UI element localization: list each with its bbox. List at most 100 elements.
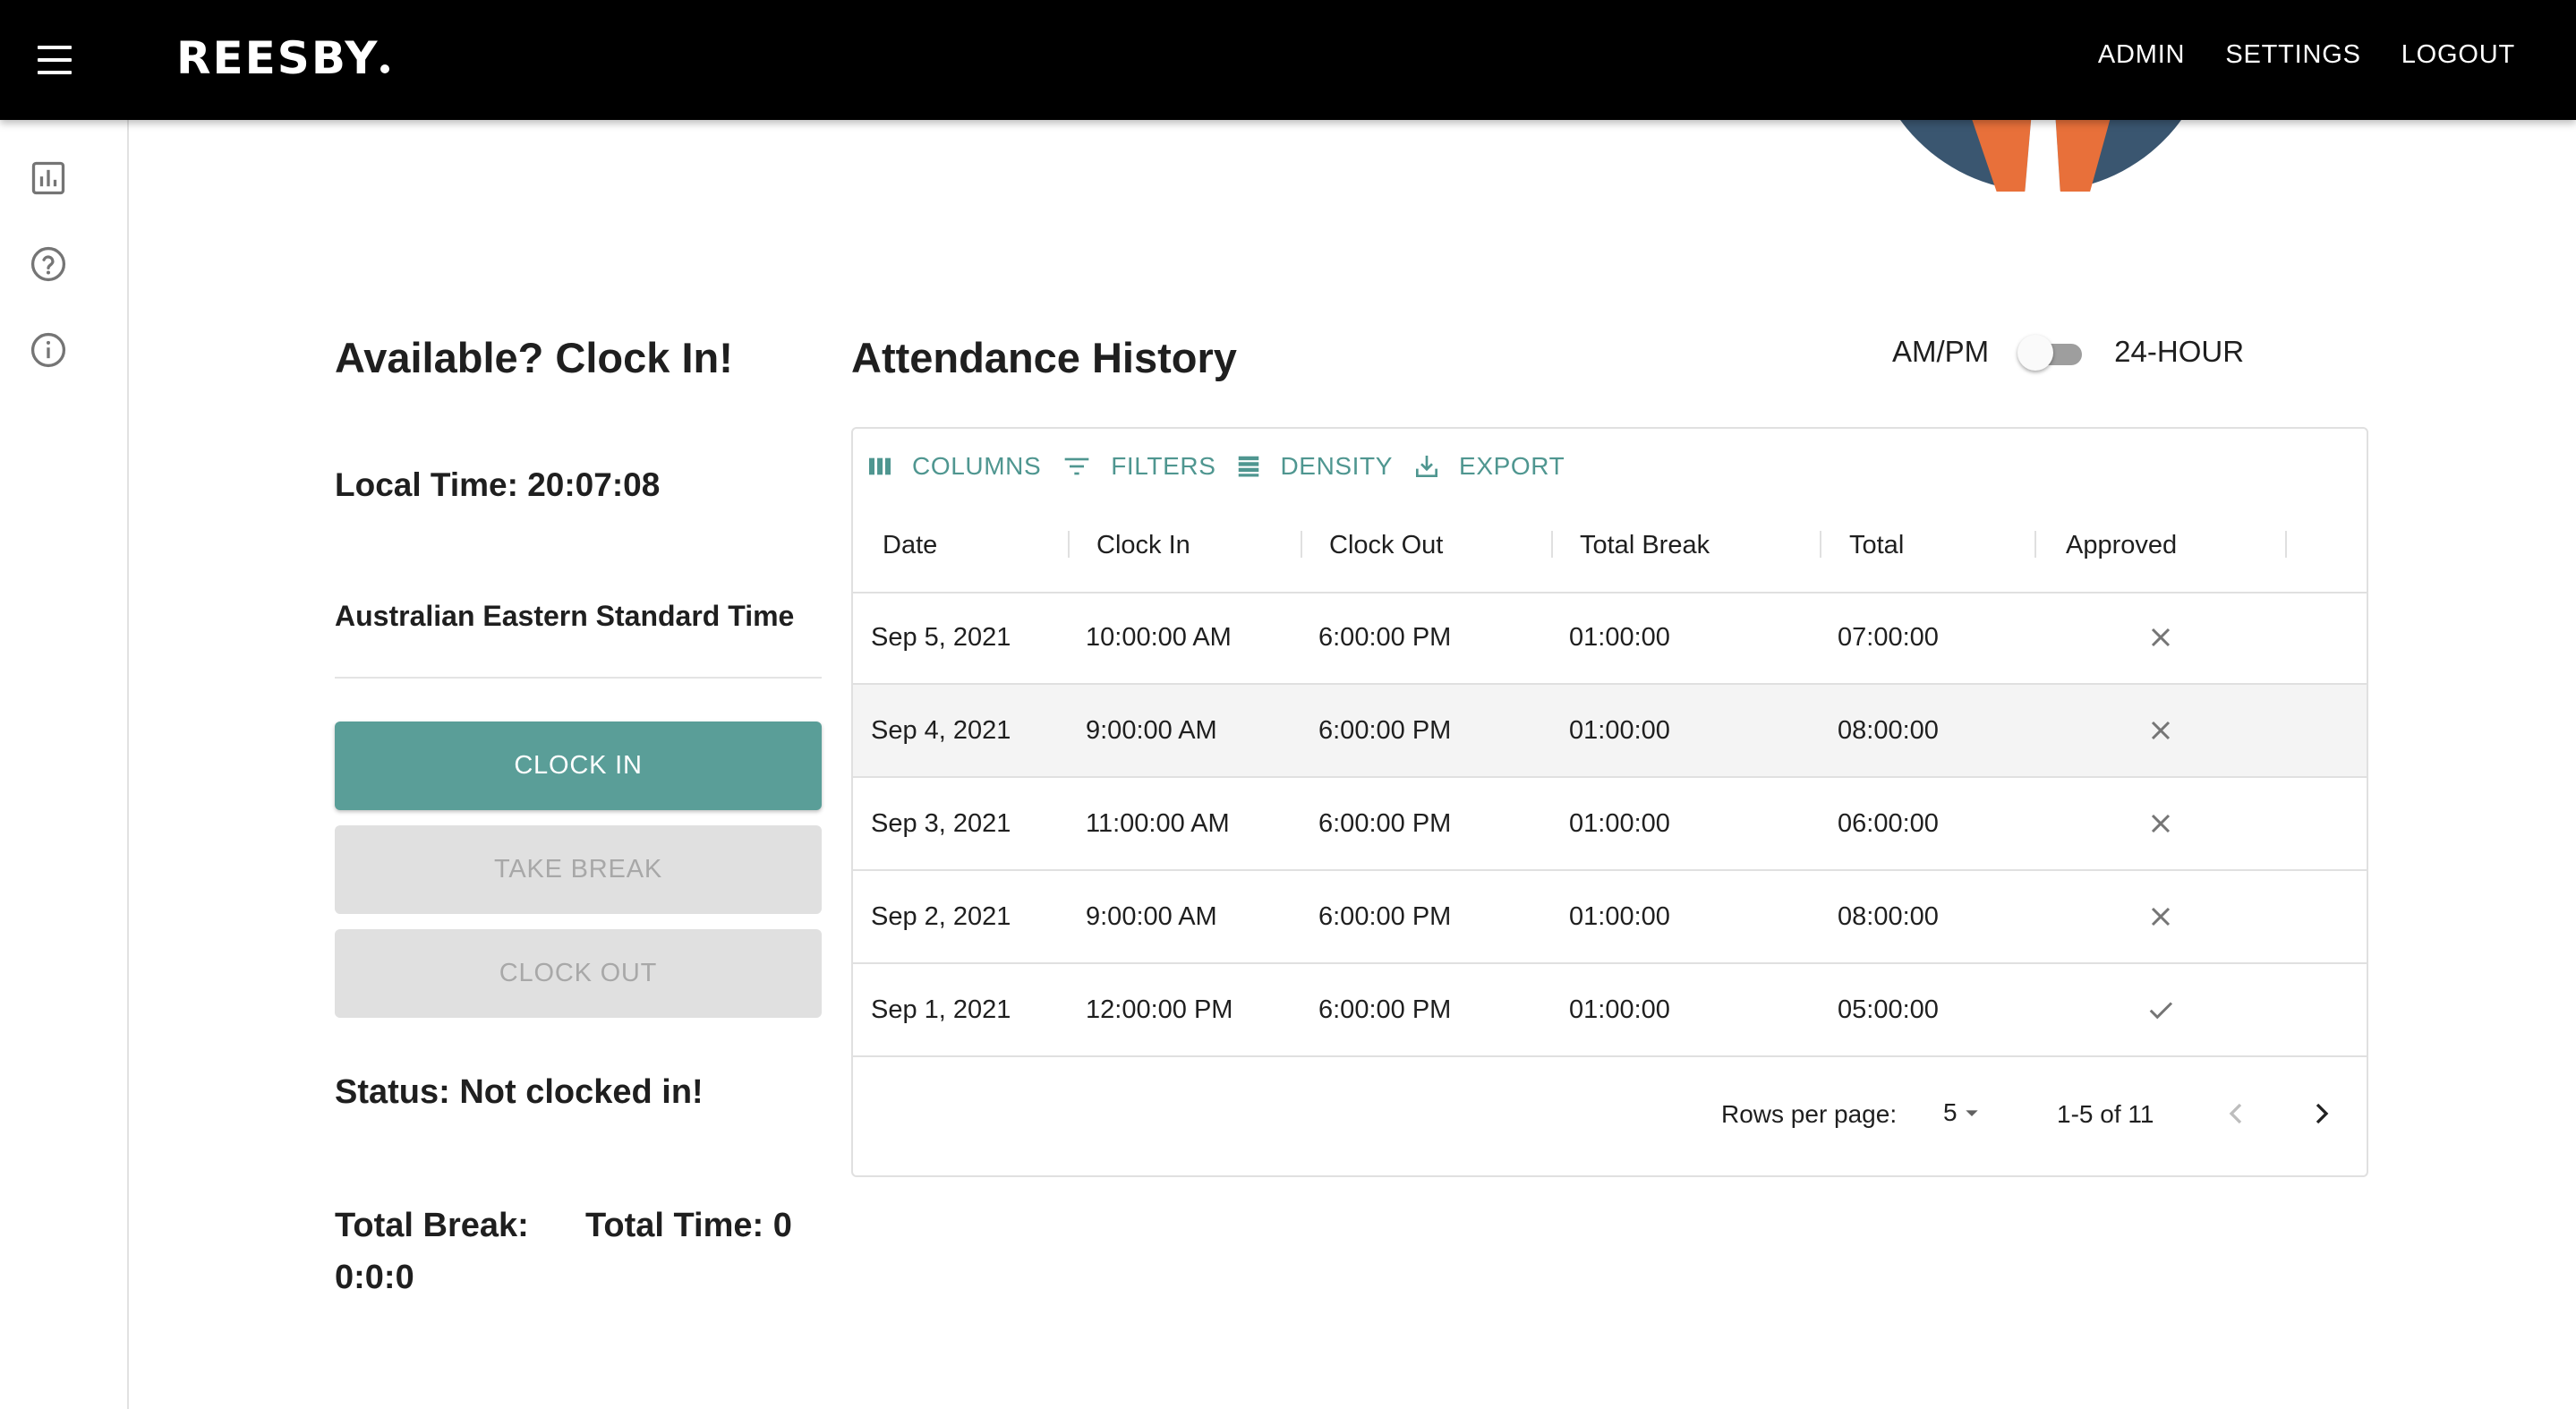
toggle-label-24hour: 24-HOUR bbox=[2114, 335, 2245, 368]
cell-total: 08:00:00 bbox=[1838, 716, 1939, 745]
logo-dot bbox=[380, 64, 390, 73]
cell-clock-out: 6:00:00 PM bbox=[1318, 716, 1452, 745]
cell-clock-out: 6:00:00 PM bbox=[1318, 809, 1452, 838]
toggle-label-ampm: AM/PM bbox=[1892, 335, 1990, 368]
density-button[interactable]: DENSITY bbox=[1235, 452, 1393, 481]
next-page-button[interactable] bbox=[2298, 1089, 2346, 1138]
table-row[interactable]: Sep 3, 2021 11:00:00 AM 6:00:00 PM 01:00… bbox=[853, 778, 2367, 871]
table-toolbar: COLUMNS FILTERS DENSITY EXPORT bbox=[866, 448, 1584, 484]
not-approved-icon bbox=[2145, 807, 2177, 840]
take-break-button[interactable]: TAKE BREAK bbox=[335, 825, 822, 914]
pagination-range: 1-5 of 11 bbox=[2057, 1100, 2154, 1128]
cell-clock-out: 6:00:00 PM bbox=[1318, 902, 1452, 931]
clock-status: Status: Not clocked in! bbox=[335, 1073, 704, 1111]
app-logo[interactable]: REESBY bbox=[176, 27, 390, 90]
cell-clock-out: 6:00:00 PM bbox=[1318, 995, 1452, 1024]
density-label: DENSITY bbox=[1280, 452, 1394, 480]
table-row[interactable]: Sep 5, 2021 10:00:00 AM 6:00:00 PM 01:00… bbox=[853, 592, 2367, 685]
info-icon[interactable] bbox=[29, 330, 68, 370]
rows-per-page-label: Rows per page: bbox=[1721, 1100, 1898, 1128]
cell-date: Sep 3, 2021 bbox=[871, 809, 1011, 838]
filters-label: FILTERS bbox=[1111, 452, 1216, 480]
cell-total-break: 01:00:00 bbox=[1569, 716, 1670, 745]
attendance-title: Attendance History bbox=[851, 334, 1237, 381]
hamburger-menu-icon[interactable] bbox=[36, 42, 73, 78]
cell-date: Sep 1, 2021 bbox=[871, 995, 1011, 1024]
clock-in-title: Available? Clock In! bbox=[335, 334, 733, 381]
timezone-label: Australian Eastern Standard Time bbox=[335, 600, 795, 632]
avatar bbox=[1871, 120, 2211, 192]
rows-per-page-value: 5 bbox=[1943, 1098, 1958, 1126]
column-separator[interactable] bbox=[1551, 531, 1553, 558]
total-break: Total Break: 0:0:0 bbox=[335, 1207, 529, 1296]
cell-clock-in: 11:00:00 AM bbox=[1086, 809, 1230, 838]
column-header-clock-in[interactable]: Clock In bbox=[1096, 500, 1190, 592]
help-icon[interactable] bbox=[29, 244, 68, 284]
total-time: Total Time: 0 bbox=[585, 1207, 792, 1244]
local-time: Local Time: 20:07:08 bbox=[335, 466, 661, 503]
not-approved-icon bbox=[2145, 901, 2177, 933]
nav-logout-link[interactable]: LOGOUT bbox=[2401, 36, 2515, 73]
column-header-date[interactable]: Date bbox=[883, 500, 937, 592]
column-header-clock-out[interactable]: Clock Out bbox=[1329, 500, 1443, 592]
sidebar bbox=[0, 120, 129, 1409]
columns-icon bbox=[869, 457, 891, 475]
column-separator[interactable] bbox=[1068, 531, 1070, 558]
clock-out-button[interactable]: CLOCK OUT bbox=[335, 929, 822, 1018]
filter-icon bbox=[1064, 457, 1089, 475]
table-row[interactable]: Sep 4, 2021 9:00:00 AM 6:00:00 PM 01:00:… bbox=[853, 685, 2367, 778]
column-separator[interactable] bbox=[2034, 531, 2036, 558]
download-icon bbox=[1416, 456, 1438, 477]
column-separator[interactable] bbox=[1301, 531, 1302, 558]
column-header-total-break[interactable]: Total Break bbox=[1580, 500, 1710, 592]
divider bbox=[335, 677, 822, 679]
approved-check-icon bbox=[2145, 994, 2177, 1026]
cell-total: 06:00:00 bbox=[1838, 809, 1939, 838]
columns-label: COLUMNS bbox=[912, 452, 1042, 480]
header-nav: ADMIN SETTINGS LOGOUT bbox=[2098, 36, 2515, 73]
logo-text: REESBY bbox=[176, 32, 380, 84]
cell-total: 07:00:00 bbox=[1838, 623, 1939, 652]
cell-total-break: 01:00:00 bbox=[1569, 995, 1670, 1024]
previous-page-button[interactable] bbox=[2212, 1089, 2260, 1138]
cell-total-break: 01:00:00 bbox=[1569, 623, 1670, 652]
columns-button[interactable]: COLUMNS bbox=[866, 452, 1041, 481]
attendance-table: COLUMNS FILTERS DENSITY EXPORT Date Cloc… bbox=[851, 427, 2368, 1177]
nav-admin-link[interactable]: ADMIN bbox=[2098, 36, 2185, 73]
dropdown-arrow-icon bbox=[1965, 1110, 1978, 1116]
cell-total-break: 01:00:00 bbox=[1569, 809, 1670, 838]
nav-settings-link[interactable]: SETTINGS bbox=[2225, 36, 2360, 73]
time-format-switch[interactable] bbox=[2017, 329, 2087, 374]
table-row[interactable]: Sep 1, 2021 12:00:00 PM 6:00:00 PM 01:00… bbox=[853, 964, 2367, 1057]
not-approved-icon bbox=[2145, 714, 2177, 747]
table-header: Date Clock In Clock Out Total Break Tota… bbox=[853, 500, 2367, 593]
switch-thumb[interactable] bbox=[2017, 335, 2054, 371]
column-header-total[interactable]: Total bbox=[1849, 500, 1904, 592]
cell-total-break: 01:00:00 bbox=[1569, 902, 1670, 931]
column-separator[interactable] bbox=[2285, 531, 2287, 558]
cell-clock-in: 9:00:00 AM bbox=[1086, 902, 1217, 931]
table-pagination: Rows per page: 5 1-5 of 11 bbox=[853, 1057, 2367, 1174]
not-approved-icon bbox=[2145, 621, 2177, 653]
app-header: REESBY ADMIN SETTINGS LOGOUT bbox=[0, 0, 2576, 120]
export-button[interactable]: EXPORT bbox=[1412, 452, 1565, 481]
cell-date: Sep 2, 2021 bbox=[871, 902, 1011, 931]
density-icon bbox=[1239, 456, 1259, 477]
cell-clock-in: 9:00:00 AM bbox=[1086, 716, 1217, 745]
time-format-toggle: AM/PM 24-HOUR bbox=[1892, 329, 2244, 374]
column-separator[interactable] bbox=[1820, 531, 1821, 558]
cell-date: Sep 4, 2021 bbox=[871, 716, 1011, 745]
cell-total: 05:00:00 bbox=[1838, 995, 1939, 1024]
column-header-approved[interactable]: Approved bbox=[2066, 500, 2177, 592]
rows-per-page-select[interactable]: 5 bbox=[1943, 1093, 1986, 1132]
chevron-left-icon bbox=[2229, 1103, 2242, 1124]
chart-icon[interactable] bbox=[29, 158, 68, 198]
clock-in-button[interactable]: CLOCK IN bbox=[335, 722, 822, 810]
cell-total: 08:00:00 bbox=[1838, 902, 1939, 931]
cell-date: Sep 5, 2021 bbox=[871, 623, 1011, 652]
table-row[interactable]: Sep 2, 2021 9:00:00 AM 6:00:00 PM 01:00:… bbox=[853, 871, 2367, 964]
export-label: EXPORT bbox=[1459, 452, 1565, 480]
cell-clock-in: 12:00:00 PM bbox=[1086, 995, 1233, 1024]
cell-clock-out: 6:00:00 PM bbox=[1318, 623, 1452, 652]
filters-button[interactable]: FILTERS bbox=[1061, 452, 1215, 481]
